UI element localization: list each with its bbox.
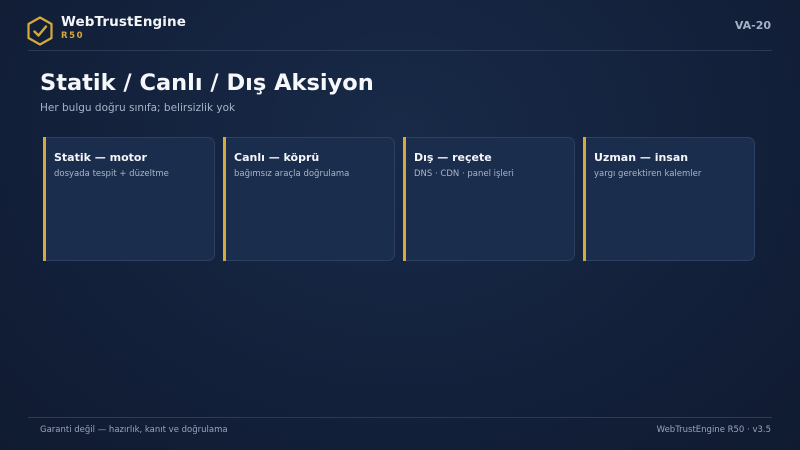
card-description: DNS · CDN · panel işleri	[414, 169, 514, 179]
brand-name: WebTrustEngine	[61, 14, 187, 30]
card-expert: Uzman — insan yargı gerektiren kalemler	[583, 137, 755, 261]
brand-subtitle: R50	[61, 31, 85, 41]
card-accent-bar	[43, 137, 46, 261]
category-cards: Statik — motor dosyada tespit + düzeltme…	[43, 137, 757, 263]
footer-disclaimer: Garanti değil — hazırlık, kanıt ve doğru…	[40, 425, 228, 435]
footer-version: WebTrustEngine R50 · v3.5	[656, 425, 771, 435]
header: WebTrustEngine R50 VA-20	[0, 0, 800, 52]
shield-check-icon	[27, 16, 53, 46]
card-live: Canlı — köprü bağımsız araçla doğrulama	[223, 137, 395, 261]
page-title: Statik / Canlı / Dış Aksiyon	[40, 70, 374, 96]
card-title: Statik — motor	[54, 151, 147, 164]
card-static: Statik — motor dosyada tespit + düzeltme	[43, 137, 215, 261]
card-accent-bar	[223, 137, 226, 261]
slide-code: VA-20	[734, 19, 771, 32]
card-external: Dış — reçete DNS · CDN · panel işleri	[403, 137, 575, 261]
card-description: yargı gerektiren kalemler	[594, 169, 702, 179]
card-accent-bar	[583, 137, 586, 261]
card-description: dosyada tespit + düzeltme	[54, 169, 169, 179]
card-accent-bar	[403, 137, 406, 261]
header-divider	[28, 50, 772, 51]
card-title: Uzman — insan	[594, 151, 689, 164]
card-title: Dış — reçete	[414, 151, 492, 164]
card-title: Canlı — köprü	[234, 151, 320, 164]
card-description: bağımsız araçla doğrulama	[234, 169, 350, 179]
footer-divider	[28, 417, 772, 418]
page-subtitle: Her bulgu doğru sınıfa; belirsizlik yok	[40, 102, 236, 114]
